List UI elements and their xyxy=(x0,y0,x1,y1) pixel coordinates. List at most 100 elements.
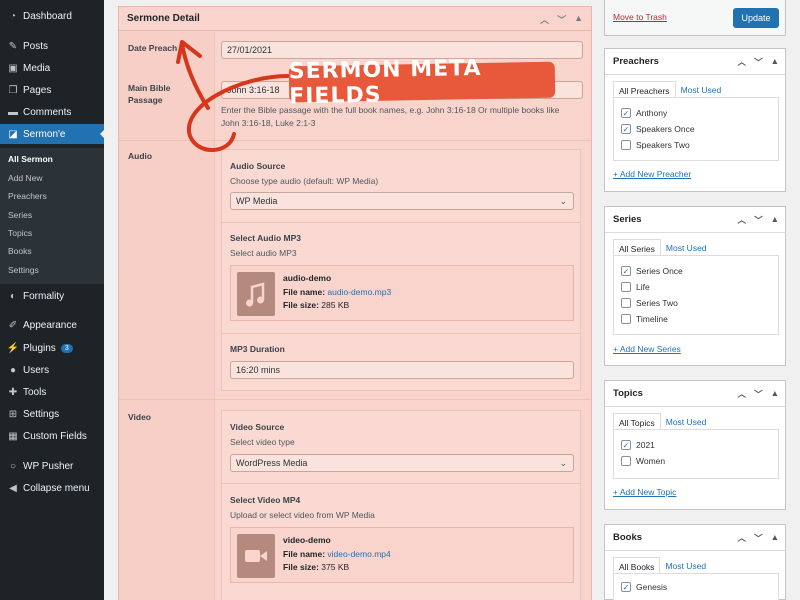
menu-formality[interactable]: ◐ Formality xyxy=(0,286,104,306)
checkbox[interactable] xyxy=(621,314,631,324)
menu-settings[interactable]: ⊞ Settings xyxy=(0,404,104,424)
audio-mp3-desc: Select audio MP3 xyxy=(230,248,297,258)
sermone-submenu: All Sermon Add New Preachers Series Topi… xyxy=(0,148,104,284)
video-source-desc: Select video type xyxy=(230,437,295,447)
menu-plugins[interactable]: ⚡ Plugins 3 xyxy=(0,338,104,358)
checklist-item[interactable]: ✓ Anthony xyxy=(621,108,667,118)
submenu-preachers[interactable]: Preachers xyxy=(8,191,47,201)
chevron-down-icon: ⌄ xyxy=(559,196,567,206)
checklist-item[interactable]: Women xyxy=(621,456,665,466)
mp3-duration-title: MP3 Duration xyxy=(230,344,285,354)
menu-appearance[interactable]: ✐ Appearance xyxy=(0,315,104,335)
menu-tools[interactable]: ✚ Tools xyxy=(0,382,104,402)
mp3-duration-input[interactable]: 16:20 mins xyxy=(230,361,574,379)
move-up-icon[interactable]: ︿ xyxy=(738,388,747,400)
bible-passage-label-2: Passage xyxy=(128,95,163,105)
menu-wp-pusher[interactable]: ○ WP Pusher xyxy=(0,456,104,476)
checkbox-checked[interactable]: ✓ xyxy=(621,582,631,592)
menu-users[interactable]: ● Users xyxy=(0,360,104,380)
checklist-item[interactable]: Speakers Two xyxy=(621,140,690,150)
comment-icon: ▬ xyxy=(8,106,18,118)
checklist-item[interactable]: Timeline xyxy=(621,314,668,324)
audio-file-link[interactable]: audio-demo.mp3 xyxy=(327,287,391,297)
checklist-item[interactable]: ✓ Genesis xyxy=(621,582,667,592)
menu-media[interactable]: ▣ Media xyxy=(0,58,104,78)
move-up-icon[interactable]: ︿ xyxy=(738,56,747,68)
move-up-icon[interactable]: ︿ xyxy=(540,13,549,26)
submenu-settings[interactable]: Settings xyxy=(8,265,39,275)
music-file-icon xyxy=(237,272,275,316)
topics-checklist: ✓ 2021 Women xyxy=(613,429,779,479)
menu-posts[interactable]: ✎ Posts xyxy=(0,36,104,56)
move-to-trash-link[interactable]: Move to Trash xyxy=(613,12,667,22)
video-source-select[interactable]: WordPress Media ⌄ xyxy=(230,454,574,472)
menu-comments[interactable]: ▬ Comments xyxy=(0,102,104,122)
update-button[interactable]: Update xyxy=(733,8,779,28)
video-file-link[interactable]: video-demo.mp4 xyxy=(327,549,390,559)
toggle-panel-icon[interactable]: ▲ xyxy=(771,214,779,226)
checkbox[interactable] xyxy=(621,140,631,150)
move-down-icon[interactable]: ﹀ xyxy=(754,388,763,400)
video-file-title: video-demo xyxy=(283,535,331,545)
menu-custom-fields[interactable]: ▦ Custom Fields xyxy=(0,426,104,446)
audio-source-value: WP Media xyxy=(236,196,278,206)
video-file-icon xyxy=(237,534,275,578)
series-title: Series xyxy=(613,214,642,225)
move-up-icon[interactable]: ︿ xyxy=(738,532,747,544)
admin-sidebar: ◔ Dashboard ✎ Posts ▣ Media ❒ Pages ▬ Comment… xyxy=(0,0,104,600)
menu-dashboard[interactable]: ◔ Dashboard xyxy=(0,6,104,26)
toggle-panel-icon[interactable]: ▲ xyxy=(771,388,779,400)
checklist-item[interactable]: ✓ 2021 xyxy=(621,440,655,450)
sermone-icon: ◪ xyxy=(8,128,18,140)
add-new-series-link[interactable]: + Add New Series xyxy=(613,344,681,354)
audio-file-size-line: File size: 285 KB xyxy=(283,300,350,310)
submenu-all-sermon[interactable]: All Sermon xyxy=(8,154,53,164)
submenu-books[interactable]: Books xyxy=(8,246,32,256)
checkbox[interactable] xyxy=(621,456,631,466)
books-box: Books ︿ ﹀ ▲ All Books Most Used ✓ Genesis xyxy=(604,524,786,600)
audio-source-select[interactable]: WP Media ⌄ xyxy=(230,192,574,210)
move-down-icon[interactable]: ﹀ xyxy=(754,56,763,68)
checkbox[interactable] xyxy=(621,298,631,308)
checklist-item[interactable]: Life xyxy=(621,282,650,292)
move-down-icon[interactable]: ﹀ xyxy=(557,13,566,26)
video-mp4-title: Select Video MP4 xyxy=(230,495,301,505)
row-separator xyxy=(119,399,591,400)
settings-icon: ⊞ xyxy=(8,408,18,420)
menu-collapse[interactable]: ◀ Collapse menu xyxy=(0,478,104,498)
menu-pages[interactable]: ❒ Pages xyxy=(0,80,104,100)
collapse-icon: ◀ xyxy=(9,482,17,494)
video-mp4-desc: Upload or select video from WP Media xyxy=(230,510,375,520)
annotation-banner: SERMON META FIELDS xyxy=(289,56,556,109)
toggle-icon: ◐ xyxy=(9,290,17,302)
bible-passage-label: Main Bible xyxy=(128,83,171,93)
checkbox-checked[interactable]: ✓ xyxy=(621,266,631,276)
checkbox-checked[interactable]: ✓ xyxy=(621,108,631,118)
checklist-item[interactable]: ✓ Speakers Once xyxy=(621,124,695,134)
move-down-icon[interactable]: ﹀ xyxy=(754,214,763,226)
checkbox-checked[interactable]: ✓ xyxy=(621,440,631,450)
add-new-preacher-link[interactable]: + Add New Preacher xyxy=(613,169,691,179)
checkbox-checked[interactable]: ✓ xyxy=(621,124,631,134)
menu-sermone[interactable]: ◪ Sermon'e xyxy=(0,124,104,144)
toggle-panel-icon[interactable]: ▲ xyxy=(771,532,779,544)
toggle-panel-icon[interactable]: ▲ xyxy=(771,56,779,68)
panel-separator xyxy=(222,333,580,334)
submenu-series[interactable]: Series xyxy=(8,210,32,220)
wrench-icon: ✚ xyxy=(8,386,18,398)
audio-file-card[interactable]: audio-demo File name: audio-demo.mp3 Fil… xyxy=(230,265,574,321)
move-down-icon[interactable]: ﹀ xyxy=(754,532,763,544)
submenu-add-new[interactable]: Add New xyxy=(8,173,43,183)
toggle-panel-icon[interactable]: ▲ xyxy=(574,13,583,26)
video-file-card[interactable]: video-demo File name: video-demo.mp4 Fil… xyxy=(230,527,574,583)
audio-file-title: audio-demo xyxy=(283,273,332,283)
checklist-item[interactable]: Series Two xyxy=(621,298,678,308)
preachers-box: Preachers ︿ ﹀ ▲ All Preachers Most Used ✓ A… xyxy=(604,48,786,192)
series-header: Series ︿ ﹀ ▲ xyxy=(605,207,785,233)
checkbox[interactable] xyxy=(621,282,631,292)
checklist-item[interactable]: ✓ Series Once xyxy=(621,266,683,276)
add-new-topic-link[interactable]: + Add New Topic xyxy=(613,487,676,497)
move-up-icon[interactable]: ︿ xyxy=(738,214,747,226)
brush-icon: ✐ xyxy=(8,319,18,331)
submenu-topics[interactable]: Topics xyxy=(8,228,32,238)
